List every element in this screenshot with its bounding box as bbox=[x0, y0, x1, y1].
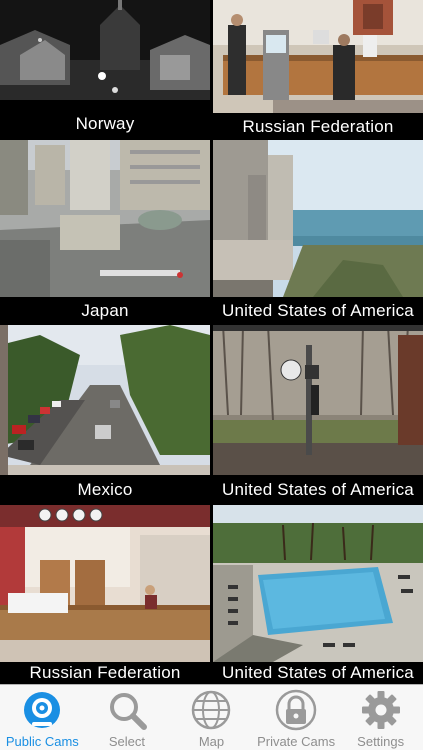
camera-grid: Norway Russian Federation Japan United S… bbox=[0, 0, 423, 684]
camera-thumbnail bbox=[213, 325, 423, 475]
camera-thumbnail bbox=[0, 325, 210, 475]
camera-country-label: Mexico bbox=[77, 480, 133, 499]
camera-tile-russia-hotel[interactable]: Russian Federation bbox=[0, 505, 210, 684]
tab-label: Settings bbox=[357, 734, 405, 749]
tab-public-cams[interactable]: Public Cams bbox=[0, 685, 85, 750]
tab-label: Public Cams bbox=[5, 734, 79, 749]
tab-label: Map bbox=[198, 734, 225, 749]
tab-settings[interactable]: Settings bbox=[338, 685, 423, 750]
camera-tile-russia-reception[interactable]: Russian Federation bbox=[213, 0, 423, 140]
gear-icon bbox=[361, 691, 400, 729]
camera-country-label: Russian Federation bbox=[242, 117, 394, 136]
tab-label: Private Cams bbox=[257, 734, 336, 749]
camera-tile-norway[interactable]: Norway bbox=[0, 0, 210, 140]
camera-thumbnail bbox=[0, 0, 210, 100]
tab-label: Select bbox=[108, 734, 145, 749]
camera-country-label: United States of America bbox=[222, 663, 414, 682]
camera-country-label: Russian Federation bbox=[29, 663, 181, 682]
webcam-icon bbox=[24, 692, 61, 728]
camera-country-label: Norway bbox=[75, 114, 135, 133]
camera-tile-japan[interactable]: Japan bbox=[0, 140, 210, 325]
tab-map[interactable]: Map bbox=[169, 685, 254, 750]
tab-bar: Public Cams Select Map Private Cams Sett… bbox=[0, 684, 423, 750]
camera-thumbnail bbox=[213, 140, 423, 297]
magnifier-icon bbox=[109, 693, 147, 730]
camera-thumbnail bbox=[0, 140, 210, 297]
tab-private-cams[interactable]: Private Cams bbox=[254, 685, 339, 750]
globe-icon bbox=[192, 690, 231, 730]
camera-thumbnail bbox=[213, 505, 423, 662]
tab-select[interactable]: Select bbox=[85, 685, 170, 750]
camera-country-label: Japan bbox=[81, 301, 129, 320]
padlock-icon bbox=[275, 689, 317, 731]
camera-thumbnail bbox=[0, 505, 210, 662]
camera-tile-usa-beach[interactable]: United States of America bbox=[213, 140, 423, 325]
camera-tile-usa-pool[interactable]: United States of America bbox=[213, 505, 423, 684]
camera-thumbnail bbox=[213, 0, 423, 113]
camera-tile-usa-backyard[interactable]: United States of America bbox=[213, 325, 423, 505]
camera-country-label: United States of America bbox=[222, 301, 414, 320]
camera-country-label: United States of America bbox=[222, 480, 414, 499]
camera-tile-mexico[interactable]: Mexico bbox=[0, 325, 210, 505]
